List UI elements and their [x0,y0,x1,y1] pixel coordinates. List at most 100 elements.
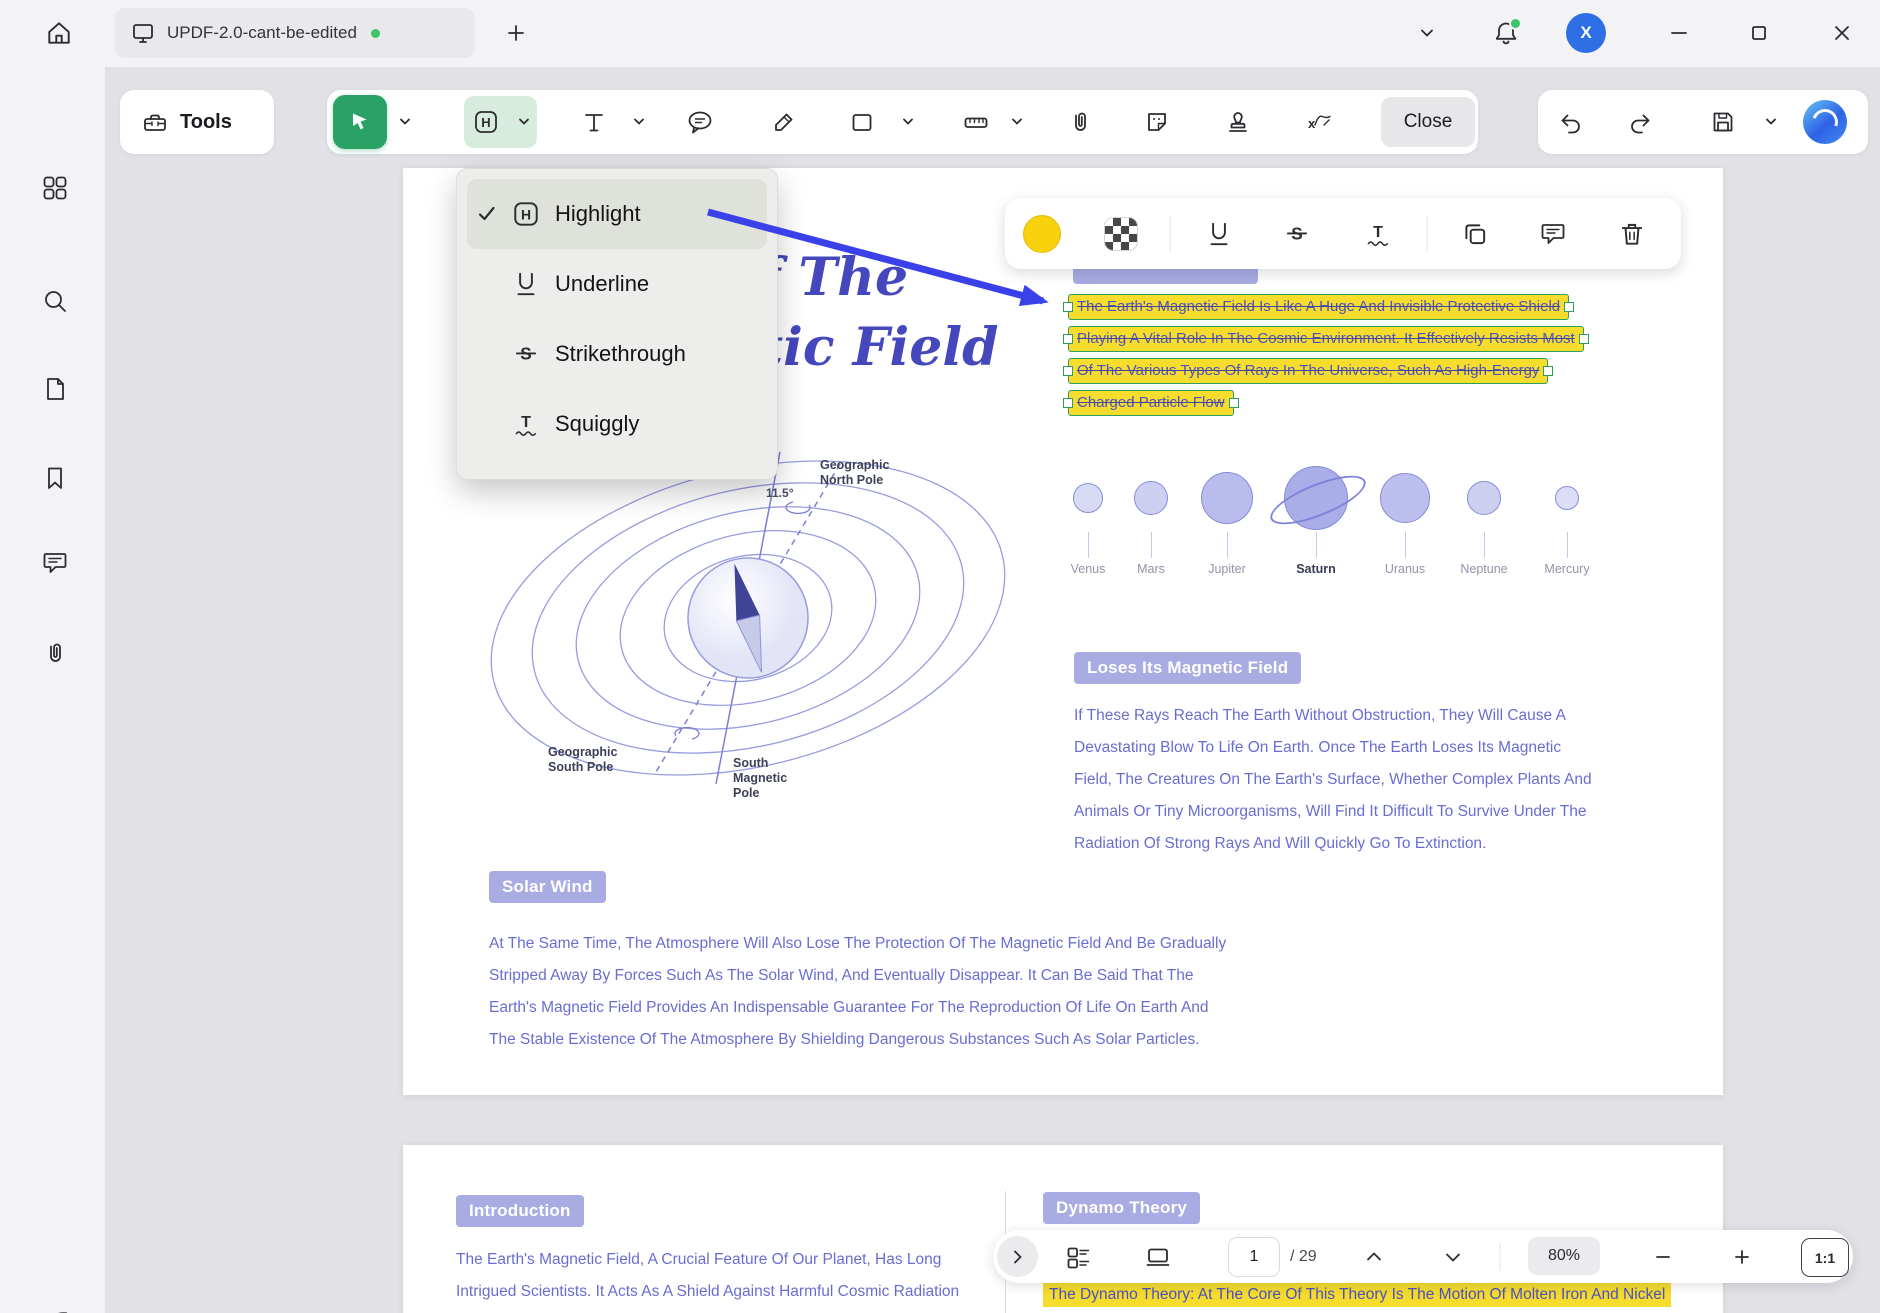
page-number-input[interactable]: 1 [1228,1237,1280,1277]
underline-icon [511,269,555,299]
zoom-level-button[interactable]: 80% [1528,1237,1600,1275]
close-window-button[interactable] [1820,11,1864,55]
document-tab[interactable]: UPDF-2.0-cant-be-edited [115,8,475,58]
strikethrough-icon: S [1282,219,1312,249]
dynamo-highlighted-line: The Dynamo Theory: At The Core Of This T… [1043,1283,1671,1307]
planet-mars [1134,481,1168,515]
tab-title: UPDF-2.0-cant-be-edited [167,23,357,43]
select-tool-dropdown[interactable] [400,118,411,126]
monitor-icon [131,21,155,45]
previous-page-button[interactable] [1365,1248,1383,1266]
maximize-button[interactable] [1737,11,1781,55]
pen-tool-button[interactable] [770,109,796,135]
chevron-right-icon [1010,1249,1026,1265]
zoom-in-button[interactable] [1733,1248,1751,1266]
chevron-down-icon [519,118,530,126]
planet-uranus [1380,473,1430,523]
paperclip-icon [41,639,69,667]
search-icon [41,287,69,315]
section-badge-solar-wind: Solar Wind [489,871,606,903]
sidebar-item-dashboard[interactable] [33,166,77,210]
custom-color-button[interactable] [1104,217,1138,251]
south-geographic-label: Geographic South Pole [548,745,617,775]
chevron-up-icon [1365,1248,1383,1266]
menu-item-squiggly[interactable]: T Squiggly [467,389,767,459]
copy-button[interactable] [1461,220,1489,248]
select-tool-button[interactable] [333,95,387,149]
plus-icon [1733,1248,1751,1266]
stamp-tool-button[interactable] [1225,109,1251,135]
planet-label: Jupiter [1182,562,1272,576]
copy-icon [1461,220,1489,248]
planet-size-chart: Venus Mars Jupiter Saturn Uranus Neptune… [1060,468,1620,598]
redo-button[interactable] [1627,109,1653,135]
chevron-down-icon [1444,1248,1462,1266]
measure-tool-dropdown[interactable] [1012,118,1023,126]
expand-panel-button[interactable] [997,1236,1038,1277]
minimize-button[interactable] [1657,11,1701,55]
tools-button[interactable]: Tools [120,90,274,154]
actual-size-button[interactable]: 1:1 [1801,1238,1849,1277]
highlight-icon: H [511,199,555,229]
comment-button[interactable] [1539,220,1567,248]
sidebar-item-bookmarks[interactable] [33,456,77,500]
highlight-tool-dropdown[interactable] [519,118,530,126]
statusbar-divider [1500,1243,1501,1271]
text-icon [581,109,607,135]
measure-tool-button[interactable] [963,109,989,135]
underline-button[interactable] [1204,219,1234,249]
save-dropdown[interactable] [1766,118,1777,126]
intro-paragraph: The Earth's Magnetic Field, A Crucial Fe… [456,1244,959,1308]
new-tab-button[interactable] [494,11,538,55]
sticker-tool-button[interactable] [1144,109,1170,135]
sidebar-item-pages[interactable] [33,367,77,411]
tabs-dropdown-button[interactable] [1405,11,1449,55]
next-page-button[interactable] [1444,1248,1462,1266]
signature-tool-button[interactable]: x [1304,108,1332,136]
planet-mercury [1555,486,1579,510]
reading-mode-button[interactable] [1145,1244,1171,1270]
strikethrough-button[interactable]: S [1282,219,1312,249]
page-2: Introduction The Earth's Magnetic Field,… [403,1145,1723,1313]
highlight-annotation-line[interactable]: The Earth's Magnetic Field Is Like A Hug… [1068,294,1569,320]
section-badge-loses: Loses Its Magnetic Field [1074,652,1301,684]
notifications-button[interactable] [1484,11,1528,55]
sidebar-item-attachments[interactable] [33,631,77,675]
squiggly-button[interactable]: T [1363,219,1393,249]
toolbar-divider [1170,216,1171,252]
highlight-tool-button[interactable]: H [472,108,500,136]
highlight-annotation-line[interactable]: Playing A Vital Role In The Cosmic Envir… [1068,326,1584,352]
svg-text:T: T [1373,223,1383,241]
close-tool-button[interactable]: Close [1381,97,1475,147]
account-avatar[interactable]: X [1566,13,1606,53]
sidebar-item-search[interactable] [33,279,77,323]
undo-button[interactable] [1558,109,1584,135]
planet-venus [1073,483,1103,513]
zoom-out-button[interactable] [1654,1248,1672,1266]
sidebar-item-comments[interactable] [33,541,77,585]
south-magnetic-label: South Magnetic Pole [733,756,787,801]
highlight-annotation-line[interactable]: Charged Particle Flow [1068,390,1234,416]
shape-tool-button[interactable] [849,109,875,135]
close-icon [1832,23,1852,43]
section-badge-introduction: Introduction [456,1195,584,1227]
save-button[interactable] [1710,109,1736,135]
note-comment-tool-button[interactable] [686,108,714,136]
ai-assistant-button[interactable] [1803,100,1847,144]
highlight-annotation-line[interactable]: Of The Various Types Of Rays In The Univ… [1068,358,1548,384]
svg-text:H: H [481,115,490,130]
main-toolbar: H [327,90,1478,154]
toolbar-divider [1427,216,1428,252]
text-tool-button[interactable] [581,109,607,135]
text-tool-dropdown[interactable] [634,118,645,126]
shape-tool-dropdown[interactable] [903,118,914,126]
home-button[interactable] [36,10,82,56]
planet-label: Mercury [1522,562,1612,576]
chevron-down-icon [634,118,645,126]
thumbnail-view-button[interactable] [1065,1244,1091,1270]
north-pole-label: Geographic North Pole [820,458,889,488]
attach-tool-button[interactable] [1066,108,1094,136]
minus-icon [1654,1248,1672,1266]
delete-button[interactable] [1618,220,1646,248]
loses-paragraph: If These Rays Reach The Earth Without Ob… [1074,700,1592,860]
